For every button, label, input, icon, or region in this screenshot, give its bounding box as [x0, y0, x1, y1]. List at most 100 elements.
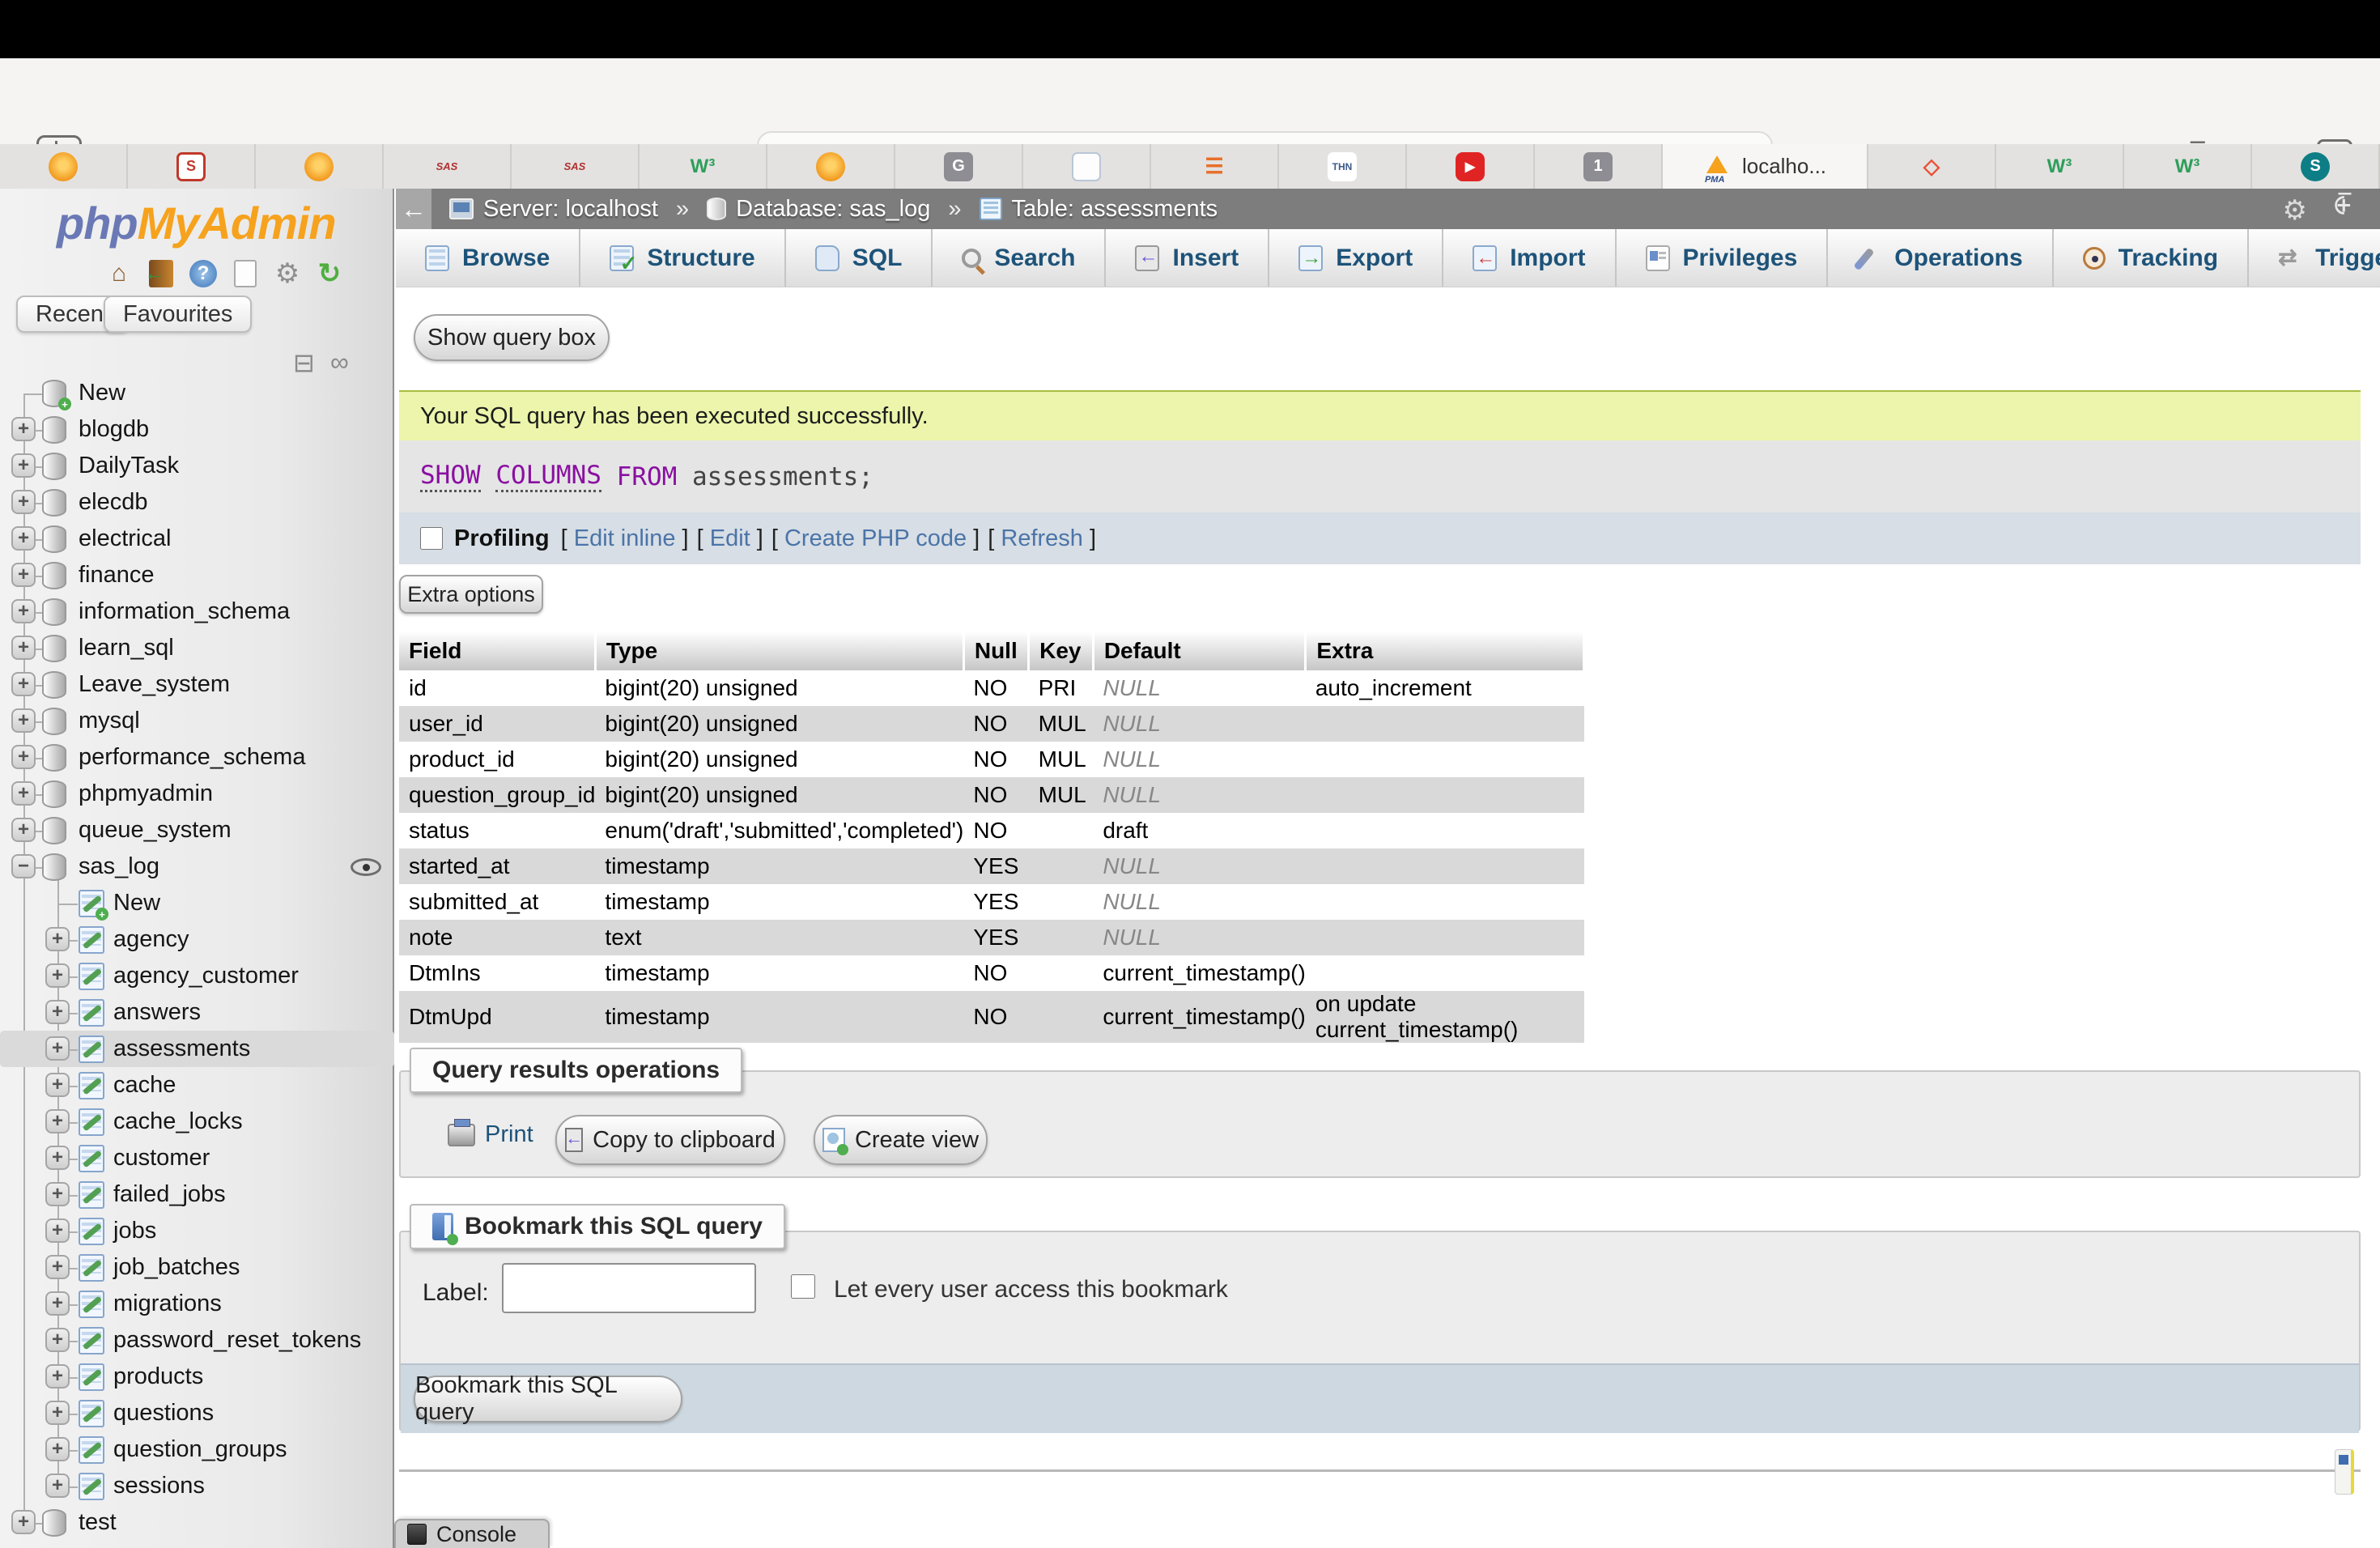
sidebar-item-cache[interactable]: +cache — [0, 1067, 394, 1104]
sidebar-item-leave_system[interactable]: +Leave_system — [0, 666, 394, 703]
create-php-code-link[interactable]: Create PHP code — [784, 525, 967, 551]
pma-logo[interactable]: phpMyAdmin — [57, 197, 336, 249]
sidebar-item-new[interactable]: +New — [0, 885, 394, 921]
sidebar-item-agency[interactable]: +agency — [0, 921, 394, 958]
sidebar-item-phpmyadmin[interactable]: +phpmyadmin — [0, 776, 394, 812]
expand-icon[interactable]: + — [11, 781, 36, 806]
sidebar-item-new[interactable]: +New — [0, 375, 394, 411]
docs-button[interactable] — [230, 258, 261, 289]
expand-icon[interactable]: + — [11, 417, 36, 441]
expand-icon[interactable]: + — [11, 1510, 36, 1534]
logout-icon[interactable] — [146, 258, 176, 289]
expand-icon[interactable]: + — [45, 1474, 70, 1498]
sidebar-item-queue_system[interactable]: +queue_system — [0, 812, 394, 848]
breadcrumb-item[interactable]: Table: assessments — [980, 196, 1218, 223]
expand-icon[interactable]: + — [45, 1255, 70, 1279]
expand-icon[interactable]: + — [45, 963, 70, 988]
expand-icon[interactable]: + — [11, 526, 36, 551]
home-icon[interactable]: ⌂ — [104, 258, 134, 289]
expand-icon[interactable]: + — [45, 1073, 70, 1097]
browser-tab[interactable]: 1 — [1535, 144, 1663, 189]
link-panel-icon[interactable]: ∞ — [330, 347, 349, 377]
expand-icon[interactable]: + — [45, 1291, 70, 1316]
expand-icon[interactable]: + — [11, 708, 36, 733]
tab-privileges[interactable]: Privileges — [1617, 229, 1829, 287]
expand-icon[interactable]: + — [11, 745, 36, 769]
sidebar-item-information_schema[interactable]: +information_schema — [0, 593, 394, 630]
browser-tab[interactable]: G — [895, 144, 1023, 189]
tab-sql[interactable]: SQL — [786, 229, 933, 287]
expand-icon[interactable]: + — [11, 490, 36, 514]
console-bar[interactable]: Console — [394, 1519, 550, 1548]
expand-icon[interactable]: + — [45, 1109, 70, 1133]
sidebar-item-blogdb[interactable]: +blogdb — [0, 411, 394, 448]
expand-icon[interactable]: + — [11, 563, 36, 587]
tab-tracking[interactable]: Tracking — [2054, 229, 2249, 287]
expand-icon[interactable]: + — [45, 1218, 70, 1243]
profiling-checkbox[interactable] — [420, 527, 443, 550]
expand-icon[interactable]: + — [11, 818, 36, 842]
expand-icon[interactable]: + — [45, 1364, 70, 1389]
sidebar-item-assessments[interactable]: +assessments — [0, 1031, 394, 1067]
create-view-button[interactable]: Create view — [814, 1115, 988, 1165]
expand-icon[interactable]: + — [45, 1437, 70, 1461]
tab-operations[interactable]: Operations — [1828, 229, 2053, 287]
expand-icon[interactable]: + — [11, 636, 36, 660]
sidebar-item-job_batches[interactable]: +job_batches — [0, 1249, 394, 1286]
browser-tab[interactable] — [256, 144, 384, 189]
refresh-link[interactable]: Refresh — [1001, 525, 1083, 551]
browser-tab[interactable]: ◇ — [1868, 144, 1996, 189]
breadcrumb-item[interactable]: Server: localhost — [449, 196, 658, 223]
tab-import[interactable]: Import — [1443, 229, 1616, 287]
sql-keyword[interactable]: COLUMNS — [495, 461, 601, 492]
expand-icon[interactable]: + — [45, 1036, 70, 1061]
browser-tab[interactable] — [1023, 144, 1151, 189]
tab-insert[interactable]: Insert — [1106, 229, 1269, 287]
sidebar-item-learn_sql[interactable]: +learn_sql — [0, 630, 394, 666]
favourites-button[interactable]: Favourites — [104, 296, 252, 333]
print-link[interactable]: Print — [448, 1121, 533, 1148]
expand-icon[interactable]: + — [45, 1182, 70, 1206]
expand-icon[interactable]: + — [45, 1401, 70, 1425]
sidebar-item-answers[interactable]: +answers — [0, 994, 394, 1031]
bookmark-share-checkbox[interactable] — [791, 1274, 815, 1299]
sidebar-item-cache_locks[interactable]: +cache_locks — [0, 1104, 394, 1140]
browser-tab[interactable]: S — [2252, 144, 2380, 189]
browser-tab[interactable]: THN — [1279, 144, 1407, 189]
sidebar-item-performance_schema[interactable]: +performance_schema — [0, 739, 394, 776]
sidebar-item-sas_log[interactable]: −sas_log — [0, 848, 394, 885]
sql-keyword[interactable]: SHOW — [420, 461, 481, 492]
collapse-all-icon[interactable]: ⊟ — [293, 347, 315, 378]
browser-tab[interactable]: W³ — [640, 144, 767, 189]
sidebar-item-mysql[interactable]: +mysql — [0, 703, 394, 739]
tab-export[interactable]: Export — [1269, 229, 1443, 287]
browser-tab[interactable]: S — [128, 144, 256, 189]
breadcrumb-item[interactable]: Database: sas_log — [707, 196, 930, 223]
browser-tab[interactable] — [0, 144, 128, 189]
help-button[interactable]: ? — [188, 258, 219, 289]
eye-icon[interactable] — [351, 858, 381, 876]
extra-options-button[interactable]: Extra options — [399, 575, 543, 614]
sidebar-item-products[interactable]: +products — [0, 1359, 394, 1395]
expand-icon[interactable]: + — [11, 453, 36, 478]
page-corner-icon[interactable] — [2335, 1449, 2354, 1495]
sidebar-item-jobs[interactable]: +jobs — [0, 1213, 394, 1249]
edit-link[interactable]: Edit — [710, 525, 750, 551]
browser-tab[interactable]: W³ — [2124, 144, 2252, 189]
expand-icon[interactable]: + — [45, 1000, 70, 1024]
expand-icon[interactable]: + — [45, 1328, 70, 1352]
tab-browse[interactable]: Browse — [396, 229, 580, 287]
expand-icon[interactable]: + — [45, 927, 70, 951]
sidebar-item-test[interactable]: +test — [0, 1504, 394, 1541]
browser-tab[interactable]: SAS — [384, 144, 512, 189]
collapse-icon[interactable]: − — [11, 854, 36, 878]
sidebar-item-customer[interactable]: +customer — [0, 1140, 394, 1176]
sidebar-item-question_groups[interactable]: +question_groups — [0, 1431, 394, 1468]
sidebar-item-migrations[interactable]: +migrations — [0, 1286, 394, 1322]
sidebar-item-sessions[interactable]: +sessions — [0, 1468, 394, 1504]
show-query-box-button[interactable]: Show query box — [414, 314, 610, 361]
bookmark-submit-button[interactable]: Bookmark this SQL query — [414, 1376, 682, 1423]
sidebar-item-password_reset_tokens[interactable]: +password_reset_tokens — [0, 1322, 394, 1359]
tab-search[interactable]: Search — [933, 229, 1106, 287]
sidebar-item-finance[interactable]: +finance — [0, 557, 394, 593]
